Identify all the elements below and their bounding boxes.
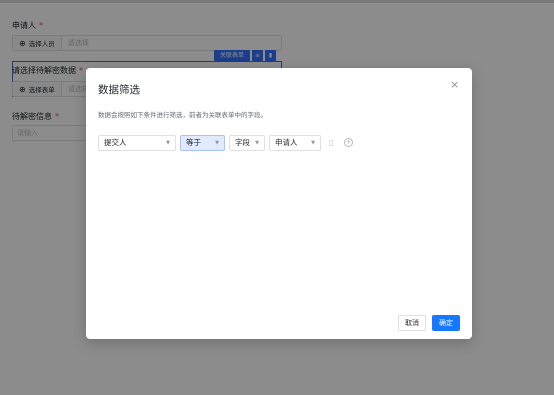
chevron-down-icon: ▼ bbox=[215, 140, 219, 146]
close-icon[interactable]: × bbox=[450, 78, 459, 91]
delete-condition-icon[interactable]: ▯ bbox=[329, 138, 333, 147]
field-select[interactable]: 提交人 ▼ bbox=[98, 135, 176, 151]
value-select[interactable]: 申请人 ▼ bbox=[269, 135, 321, 151]
value-type-select[interactable]: 字段 ▼ bbox=[229, 135, 265, 151]
chevron-down-icon: ▼ bbox=[166, 140, 170, 146]
operator-select[interactable]: 等于 ▼ bbox=[180, 135, 225, 151]
chevron-down-icon: ▼ bbox=[255, 140, 259, 146]
dialog-description: 数据会按照如下条件进行筛选，前者为关联表单中的字段。 bbox=[98, 111, 267, 119]
chevron-down-icon: ▼ bbox=[311, 140, 315, 146]
cancel-button[interactable]: 取消 bbox=[398, 315, 426, 331]
dialog-title: 数据筛选 bbox=[98, 84, 140, 96]
add-condition-icon[interactable]: + bbox=[344, 138, 353, 147]
confirm-button[interactable]: 确定 bbox=[432, 315, 460, 331]
data-filter-dialog: 数据筛选 × 数据会按照如下条件进行筛选，前者为关联表单中的字段。 提交人 ▼ … bbox=[86, 68, 472, 339]
